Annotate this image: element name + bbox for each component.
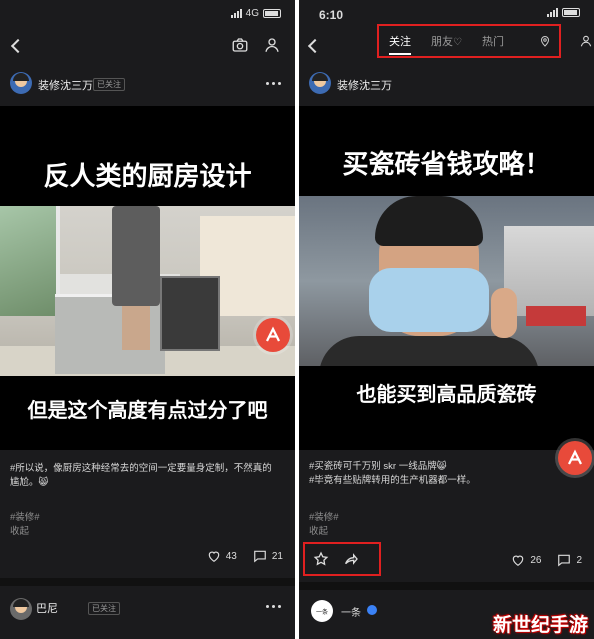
author-name[interactable]: 装修沈三万	[337, 77, 392, 93]
comment-icon	[558, 554, 571, 567]
heart-icon	[513, 555, 524, 566]
post-divider	[299, 582, 594, 590]
top-nav: 关注 朋友♡ 热门	[299, 24, 594, 64]
comment-button[interactable]: 21	[253, 549, 283, 563]
author-name[interactable]: 装修沈三万	[38, 77, 93, 93]
next-more-icon[interactable]	[266, 605, 281, 608]
status-indicators	[547, 8, 580, 17]
post-caption-line1: #买瓷砖可千万别 skr 一线品牌😸	[309, 461, 447, 472]
collapse-link[interactable]: 收起	[309, 525, 328, 539]
status-indicators: 4G	[230, 8, 281, 19]
favorite-share-highlight	[303, 542, 381, 576]
star-icon[interactable]	[313, 551, 329, 567]
tab-friends-label: 朋友	[431, 36, 453, 48]
next-avatar[interactable]	[10, 598, 32, 620]
heart-icon: ♡	[453, 37, 462, 48]
more-icon[interactable]	[266, 82, 281, 85]
left-phone-screen: 4G 装修沈三万 已关注 反人类的厨房设计 但是这个高度有点过分了吧 #所以说，…	[0, 0, 295, 639]
carrier-label: 4G	[245, 8, 259, 19]
like-count: 43	[225, 550, 237, 562]
post-media[interactable]: 买瓷砖省钱攻略！ 也能买到高品质瓷砖	[299, 106, 594, 450]
app-logo-icon[interactable]	[256, 318, 290, 352]
location-icon[interactable]	[539, 34, 551, 48]
media-title: 反人类的厨房设计	[43, 162, 252, 192]
app-logo-icon[interactable]	[558, 441, 592, 475]
site-watermark: 新世纪手游	[492, 614, 588, 636]
back-icon[interactable]	[305, 36, 321, 54]
signal-icon	[547, 8, 558, 17]
post-caption-line2: #毕竟有些贴牌转用的生产机器都一样。	[309, 475, 476, 486]
status-bar: 4G	[0, 0, 295, 28]
media-title: 买瓷砖省钱攻略！	[342, 150, 551, 180]
presenter-photo	[299, 196, 594, 366]
battery-icon	[562, 8, 580, 17]
status-time: 6:10	[319, 8, 344, 22]
comment-icon	[254, 550, 266, 563]
comment-button[interactable]: 2	[557, 553, 582, 567]
post-header: 装修沈三万	[299, 64, 594, 106]
heart-icon	[208, 551, 219, 562]
verified-icon	[367, 605, 377, 615]
post-header: 装修沈三万 已关注	[0, 64, 295, 106]
back-icon[interactable]	[8, 36, 24, 54]
post-tag[interactable]: #装修#	[309, 511, 339, 525]
comment-count: 2	[576, 554, 582, 566]
tab-friends[interactable]: 朋友♡	[431, 31, 462, 51]
next-follow-badge[interactable]: 已关注	[88, 602, 120, 615]
profile-icon[interactable]	[263, 36, 281, 54]
post-tag[interactable]: #装修#	[10, 511, 40, 525]
next-author-name[interactable]: 一条	[341, 604, 361, 619]
post-divider	[0, 578, 295, 586]
comment-count: 21	[271, 550, 283, 562]
right-phone-screen: 6:10 关注 朋友♡ 热门 装修沈三万 买瓷砖省钱攻略！ 也能买到高品质瓷砖 …	[299, 0, 594, 639]
share-icon[interactable]	[343, 551, 359, 567]
post-media[interactable]: 反人类的厨房设计 但是这个高度有点过分了吧	[0, 106, 295, 450]
avatar[interactable]	[309, 72, 331, 94]
follow-status-badge[interactable]: 已关注	[93, 78, 125, 91]
camera-icon[interactable]	[231, 36, 249, 54]
media-subtitle: 但是这个高度有点过分了吧	[27, 398, 268, 422]
tab-popular[interactable]: 热门	[482, 31, 504, 51]
post-caption: #所以说，像厨房这种经常去的空间一定要量身定制，不然真的尴尬。😸	[10, 463, 272, 488]
battery-icon	[263, 9, 281, 18]
tab-following[interactable]: 关注	[389, 31, 411, 55]
like-button[interactable]: 26	[511, 553, 541, 567]
collapse-link[interactable]: 收起	[10, 525, 29, 539]
feed-tabs-highlight: 关注 朋友♡ 热门	[377, 24, 561, 58]
post-actions: 26 2	[511, 553, 582, 567]
like-count: 26	[530, 554, 542, 566]
top-nav	[0, 28, 295, 64]
like-button[interactable]: 43	[207, 549, 237, 563]
kitchen-photo	[0, 206, 295, 376]
next-author-name[interactable]: 巴尼	[36, 600, 58, 616]
signal-icon	[230, 9, 242, 18]
media-subtitle: 也能买到高品质瓷砖	[356, 382, 537, 406]
post-actions: 43 21	[207, 549, 283, 563]
profile-icon[interactable]	[578, 34, 594, 48]
next-avatar[interactable]: 一条	[311, 600, 333, 622]
avatar[interactable]	[10, 72, 32, 94]
